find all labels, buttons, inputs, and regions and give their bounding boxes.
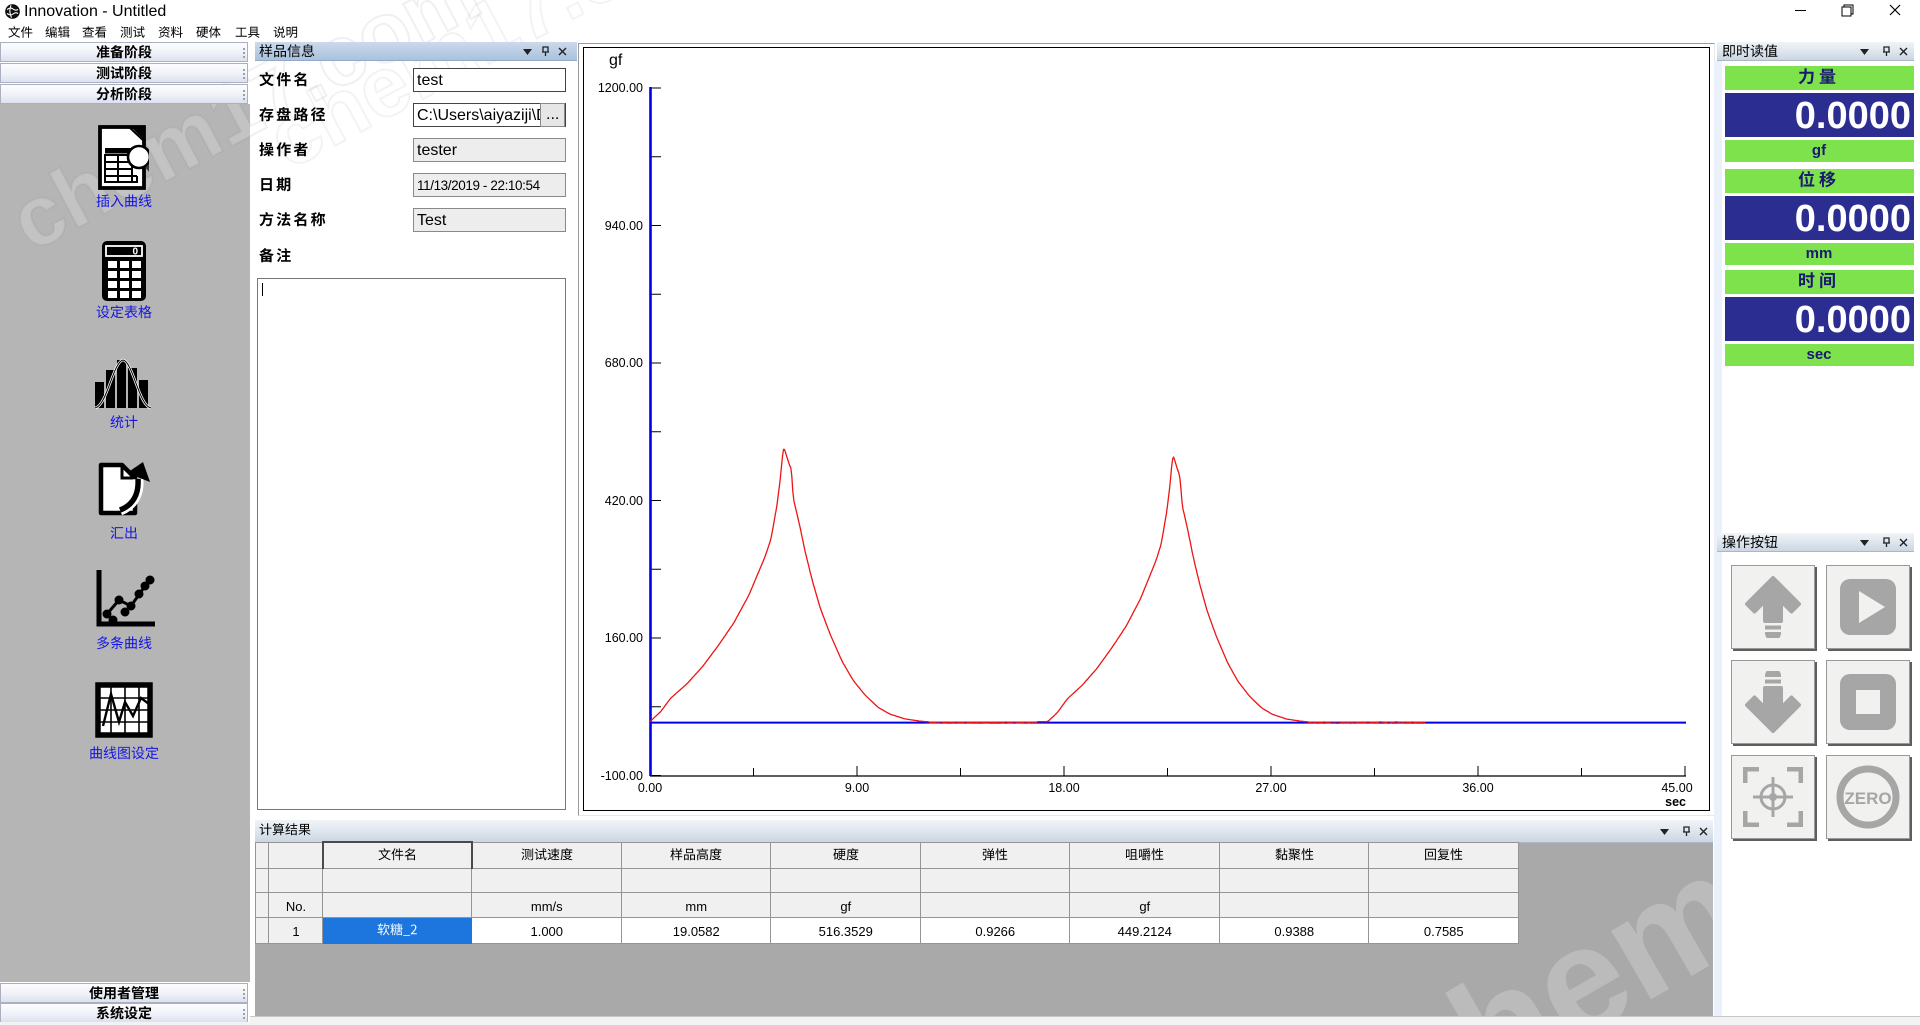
svg-text:ZERO: ZERO	[1844, 789, 1891, 808]
